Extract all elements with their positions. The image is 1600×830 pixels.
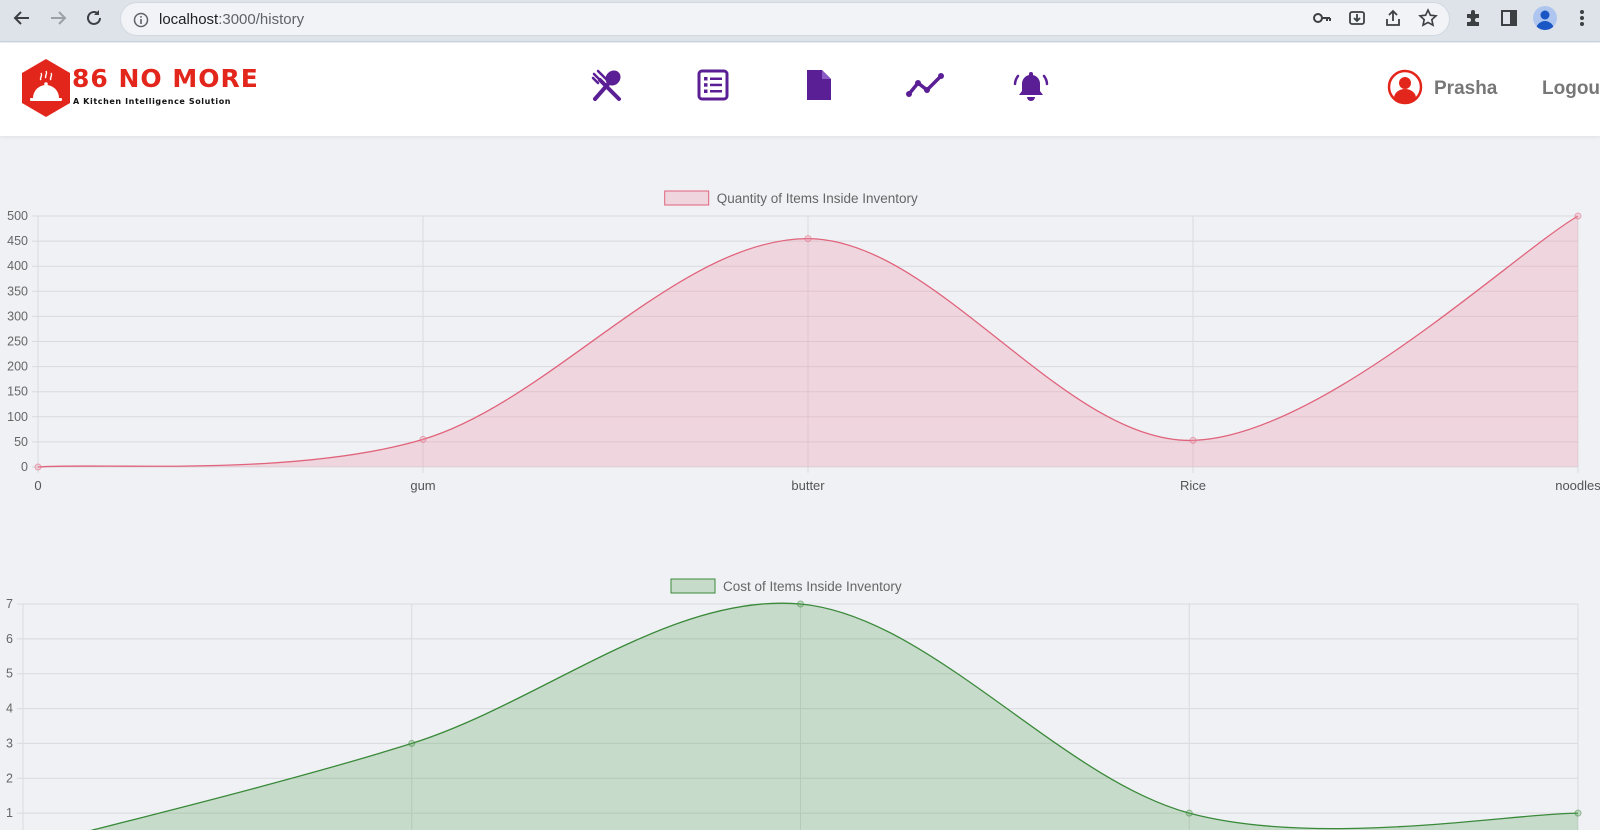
data-point	[1189, 436, 1197, 444]
browser-toolbar: localhost:3000/history	[0, 0, 1600, 42]
y-tick-label: 250	[7, 335, 28, 349]
url-text: localhost:3000/history	[159, 11, 304, 28]
utensils-icon[interactable]	[587, 65, 627, 105]
install-app-icon[interactable]	[1345, 6, 1369, 30]
data-point	[1574, 809, 1582, 817]
data-point	[804, 235, 812, 243]
url-path: :3000/history	[218, 11, 305, 28]
y-tick-label: 1	[6, 806, 13, 820]
x-tick-label: Rice	[1180, 478, 1206, 493]
y-tick-label: 400	[7, 259, 28, 273]
y-tick-label: 2	[6, 771, 13, 785]
back-icon[interactable]	[10, 6, 34, 30]
x-tick-label: noodles	[1555, 478, 1600, 493]
x-tick-label: gum	[410, 478, 435, 493]
logo-subtitle: A Kitchen Intelligence Solution	[73, 97, 232, 106]
browser-menu-icon[interactable]	[1570, 6, 1594, 30]
chart-line-icon[interactable]	[905, 65, 945, 105]
site-info-icon[interactable]	[133, 12, 149, 33]
legend-swatch	[664, 190, 710, 206]
quantity-chart: 0 50 100 150 200 250 300 350 400 450 500 0 gum butter…	[7, 190, 1600, 493]
forward-icon[interactable]	[46, 6, 70, 30]
y-tick-label: 100	[7, 410, 28, 424]
series-area	[92, 603, 1578, 830]
data-point	[1574, 212, 1582, 220]
logo-cloche-icon	[22, 59, 70, 117]
data-point	[797, 600, 804, 608]
side-panel-icon[interactable]	[1497, 6, 1521, 30]
quantity-chart-area: 0 50 100 150 200 250 300 350 400 450 500 0 gum butter…	[0, 183, 1600, 503]
y-tick-label: 500	[7, 209, 28, 223]
bell-icon[interactable]	[1011, 65, 1051, 105]
user-name[interactable]: Prasha	[1434, 78, 1497, 100]
list-icon[interactable]	[693, 65, 733, 105]
logo[interactable]: 86 NO MORE A Kitchen Intelligence Soluti…	[20, 58, 258, 118]
user-avatar-icon[interactable]	[1387, 69, 1423, 105]
x-tick-label: 0	[34, 478, 41, 493]
y-tick-label: 350	[7, 284, 28, 298]
file-icon[interactable]	[799, 65, 839, 105]
y-tick-label: 5	[6, 667, 13, 681]
y-tick-label: 7	[6, 597, 13, 611]
y-tick-label: 4	[6, 702, 13, 716]
key-icon[interactable]	[1310, 6, 1334, 30]
y-tick-label: 6	[6, 632, 13, 646]
y-tick-label: 300	[7, 309, 28, 323]
logout-button[interactable]: Logout	[1542, 78, 1600, 100]
y-tick-label: 0	[21, 460, 28, 474]
data-point	[419, 435, 427, 443]
data-point	[1185, 809, 1193, 817]
y-tick-label: 450	[7, 234, 28, 248]
y-tick-label: 3	[6, 736, 13, 750]
legend-swatch	[670, 578, 716, 594]
cost-chart: 1 2 3 4 5 6 7 Cost of Items Inside Inventory	[6, 578, 1582, 830]
legend-label: Cost of Items Inside Inventory	[723, 579, 902, 594]
app-header: 86 NO MORE A Kitchen Intelligence Soluti…	[0, 43, 1600, 136]
address-bar[interactable]: localhost:3000/history	[120, 2, 1450, 36]
cost-chart-area: 1 2 3 4 5 6 7 Cost of Items Inside Inventory	[0, 571, 1600, 830]
url-host: localhost	[159, 11, 219, 28]
legend-label: Quantity of Items Inside Inventory	[717, 191, 918, 206]
reload-icon[interactable]	[82, 6, 106, 30]
data-point	[408, 739, 416, 747]
y-tick-label: 150	[7, 385, 28, 399]
y-tick-label: 50	[14, 435, 28, 449]
y-tick-label: 200	[7, 360, 28, 374]
extensions-icon[interactable]	[1461, 6, 1485, 30]
share-icon[interactable]	[1381, 6, 1405, 30]
bookmark-star-icon[interactable]	[1416, 6, 1440, 30]
x-tick-label: butter	[791, 478, 825, 493]
profile-avatar-icon[interactable]	[1533, 6, 1557, 30]
logo-title: 86 NO MORE	[72, 64, 259, 93]
data-point	[34, 463, 42, 471]
